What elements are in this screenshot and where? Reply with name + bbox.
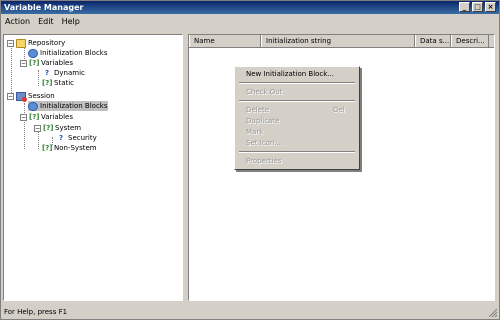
column-name[interactable]: Name [189, 35, 261, 47]
collapse-icon[interactable]: − [34, 124, 41, 132]
collapse-icon[interactable]: − [7, 39, 14, 47]
database-icon [28, 101, 38, 111]
menu-properties[interactable]: Properties [246, 156, 281, 166]
menu-set-icon[interactable]: Set Icon... [246, 138, 281, 148]
variable-icon: [?] [43, 123, 54, 132]
tree-pane[interactable]: − Repository Initialization Blocks − [?]… [3, 34, 183, 301]
menu-check-out[interactable]: Check Out [246, 87, 282, 97]
menu-new-initialization-block[interactable]: New Initialization Block... [246, 69, 334, 79]
title-bar[interactable]: Variable Manager _ □ × [1, 1, 499, 14]
menu-bar: Action Edit Help [1, 14, 499, 28]
tree-item-label: System [55, 124, 82, 132]
tree-item-label: Variables [41, 113, 73, 121]
maximize-button[interactable]: □ [472, 2, 483, 12]
variable-icon: [?] [29, 58, 40, 67]
tree-item-repository[interactable]: − Repository [7, 38, 65, 48]
tree-item-session-init-blocks[interactable]: Initialization Blocks [28, 101, 108, 111]
tree-item-label: Non-System [54, 144, 97, 152]
variable-manager-window: Variable Manager _ □ × Action Edit Help … [0, 0, 500, 320]
collapse-icon[interactable]: − [7, 92, 14, 100]
column-data-source[interactable]: Data s... [415, 35, 451, 47]
tree-item-label: Initialization Blocks [40, 102, 108, 110]
session-icon [16, 91, 27, 102]
tree-item-label: Security [68, 134, 97, 142]
static-variable-icon: [?] [42, 78, 53, 87]
tree-item-label: Initialization Blocks [40, 49, 108, 57]
status-bar: For Help, press F1 [1, 305, 499, 319]
collapse-icon[interactable]: − [20, 59, 27, 67]
dynamic-variable-icon: ? [44, 68, 50, 77]
column-header: Name Initialization string Data s... Des… [189, 35, 494, 48]
tree-item-session[interactable]: − Session [7, 91, 55, 102]
database-icon [28, 48, 38, 58]
security-variable-icon: ? [58, 133, 64, 142]
tree-item-repository-variables[interactable]: − [?] Variables [20, 58, 73, 68]
folder-icon [16, 38, 26, 48]
tree-item-label: Dynamic [54, 69, 85, 77]
tree-line [11, 45, 12, 95]
tree-line [24, 103, 25, 149]
tree-line [38, 70, 39, 86]
menu-separator [239, 100, 355, 102]
tree-item-security[interactable]: ? Security [56, 133, 97, 143]
minimize-button[interactable]: _ [459, 2, 470, 12]
column-initialization-string[interactable]: Initialization string [261, 35, 415, 47]
tree-item-non-system[interactable]: [?] Non-System [42, 143, 97, 153]
tree-item-dynamic[interactable]: ? Dynamic [42, 68, 85, 78]
tree-item-repository-init-blocks[interactable]: Initialization Blocks [28, 48, 108, 58]
column-description[interactable]: Descri... [451, 35, 489, 47]
menu-delete[interactable]: Delete [246, 105, 269, 115]
resize-grip-icon[interactable] [487, 307, 497, 317]
tree-item-session-variables[interactable]: − [?] Variables [20, 112, 73, 122]
tree-item-label: Session [28, 92, 55, 100]
tree-item-label: Variables [41, 59, 73, 67]
collapse-icon[interactable]: − [20, 113, 27, 121]
tree-item-label: Repository [28, 39, 66, 47]
status-text: For Help, press F1 [4, 308, 68, 316]
window-title: Variable Manager [4, 3, 84, 12]
menu-separator [239, 82, 355, 84]
menu-duplicate[interactable]: Duplicate [246, 116, 279, 126]
variable-icon: [?] [42, 143, 53, 152]
variable-icon: [?] [29, 112, 40, 121]
context-menu: New Initialization Block... Check Out De… [234, 66, 360, 170]
menu-help[interactable]: Help [58, 17, 84, 26]
tree-item-system[interactable]: − [?] System [34, 123, 81, 133]
menu-mark[interactable]: Mark [246, 127, 263, 137]
close-button[interactable]: × [485, 2, 496, 12]
menu-action[interactable]: Action [1, 17, 34, 26]
menu-separator [239, 151, 355, 153]
menu-edit[interactable]: Edit [34, 17, 58, 26]
tree-item-label: Static [54, 79, 75, 87]
window-controls: _ □ × [459, 2, 496, 12]
tree-item-static[interactable]: [?] Static [42, 78, 74, 88]
delete-shortcut: Del [333, 106, 345, 114]
